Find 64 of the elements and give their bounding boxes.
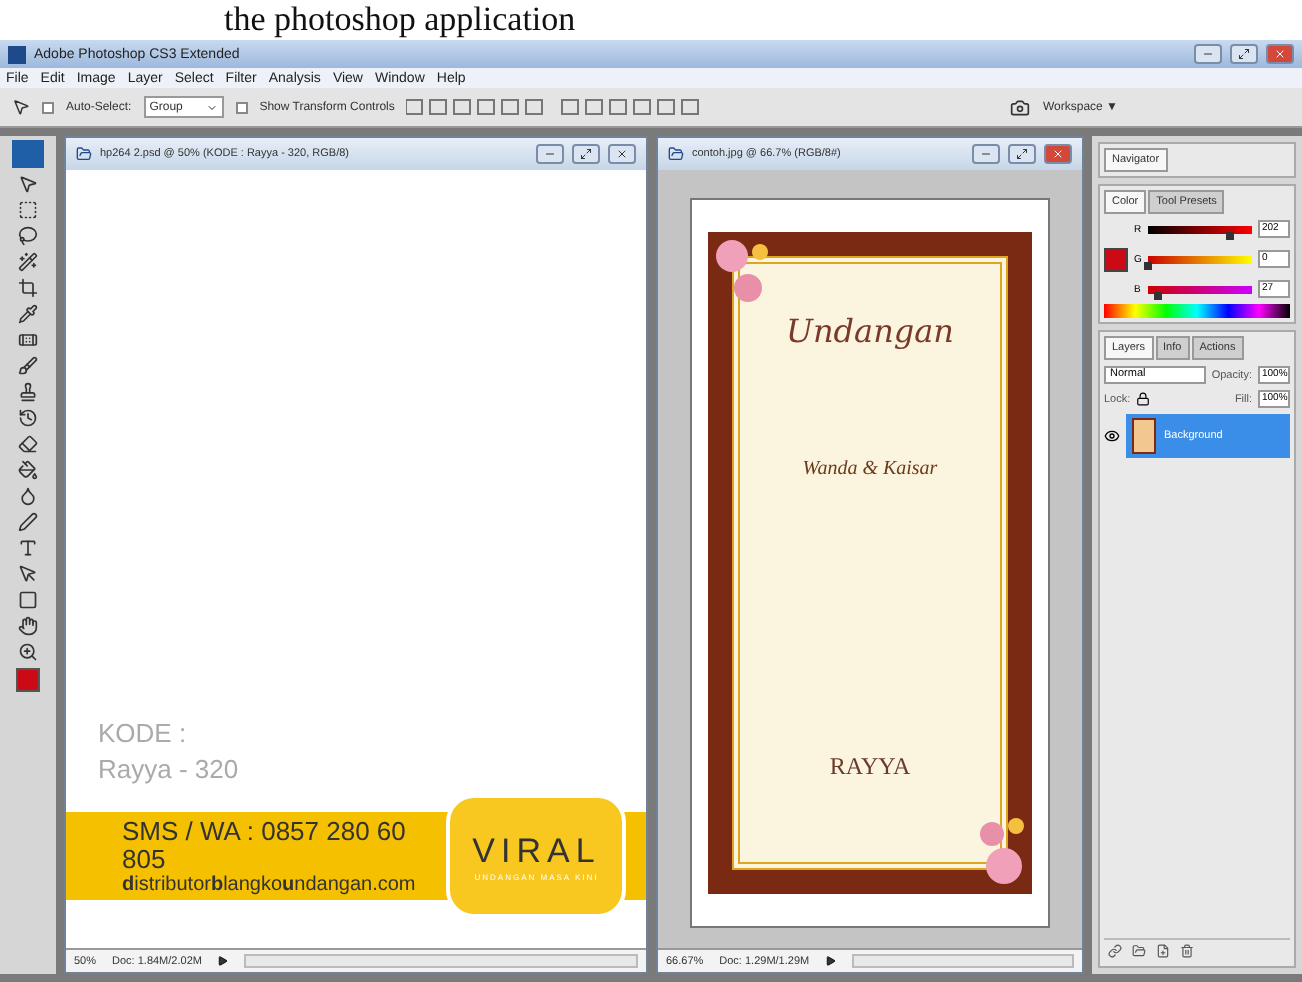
code-label: KODE : [96, 716, 189, 752]
lasso-icon[interactable] [18, 226, 38, 246]
minimize-icon [980, 148, 992, 160]
brand-text: RAYYA [829, 752, 911, 782]
invitation-heading: Undangan [786, 312, 954, 350]
droplet-icon[interactable] [18, 486, 38, 506]
color-swatch[interactable] [1104, 247, 1128, 271]
ps-logo [12, 140, 44, 168]
zoom-icon[interactable] [18, 642, 38, 662]
maximize-button[interactable] [1008, 144, 1036, 164]
folder-icon[interactable] [1132, 944, 1146, 958]
checkbox[interactable] [42, 101, 54, 113]
website-text: distributorblangkoundangan.com [122, 873, 418, 895]
slider-thumb[interactable] [1144, 261, 1152, 269]
app-icon [8, 45, 26, 63]
chevron-down-icon [205, 101, 218, 113]
foreground-color-swatch[interactable] [16, 668, 40, 692]
move-arrow-icon[interactable] [18, 174, 38, 194]
play-arrow-icon [825, 956, 836, 966]
trash-icon[interactable] [1180, 944, 1194, 958]
close-icon [1274, 48, 1286, 60]
camera-icon[interactable] [1010, 97, 1031, 117]
pointer-icon[interactable] [18, 564, 38, 584]
layer-thumbnail [1132, 418, 1156, 454]
history-brush-icon[interactable] [18, 408, 38, 428]
maximize-button[interactable] [1230, 44, 1258, 64]
new-layer-icon[interactable] [1156, 944, 1170, 958]
checkbox[interactable] [235, 101, 248, 113]
close-button[interactable] [1044, 144, 1072, 164]
brand-text: VIRAL [472, 831, 601, 871]
eye-icon[interactable] [1104, 428, 1120, 444]
link-icon[interactable] [1108, 944, 1122, 958]
move-tool-icon[interactable] [12, 98, 30, 116]
play-arrow-icon [217, 956, 228, 966]
brush-icon[interactable] [18, 356, 38, 376]
pen-icon[interactable] [18, 512, 38, 532]
lock-icon[interactable] [1136, 392, 1151, 406]
wand-icon[interactable] [18, 252, 38, 272]
marquee-icon[interactable] [18, 200, 38, 220]
slider-thumb[interactable] [1226, 231, 1235, 239]
paint-bucket-icon[interactable] [18, 460, 38, 480]
phone-text: SMS / WA : 0857 280 60 805 [122, 817, 408, 873]
code-value: Rayya - 320 [96, 752, 241, 788]
minimize-icon [1202, 48, 1214, 60]
document-icon [76, 146, 92, 162]
couple-names: Wanda & Kaisar [802, 458, 938, 480]
type-icon[interactable] [18, 538, 38, 558]
eyedropper-icon[interactable] [18, 304, 38, 324]
close-button[interactable] [608, 144, 636, 164]
maximize-button[interactable] [572, 144, 600, 164]
close-icon [616, 148, 628, 160]
stamp-icon[interactable] [18, 382, 38, 402]
close-icon [1052, 148, 1064, 160]
crop-icon[interactable] [18, 278, 38, 298]
eraser-icon[interactable] [18, 434, 38, 454]
bandage-icon[interactable] [18, 330, 38, 350]
hand-icon[interactable] [18, 616, 38, 636]
color-spectrum[interactable] [1104, 304, 1290, 318]
document-icon [668, 146, 684, 162]
close-button[interactable] [1266, 44, 1294, 64]
slider-thumb[interactable] [1154, 291, 1163, 299]
rectangle-icon[interactable] [18, 590, 38, 610]
minimize-icon [544, 148, 556, 160]
caption-text: the photoshop application [222, 0, 578, 40]
